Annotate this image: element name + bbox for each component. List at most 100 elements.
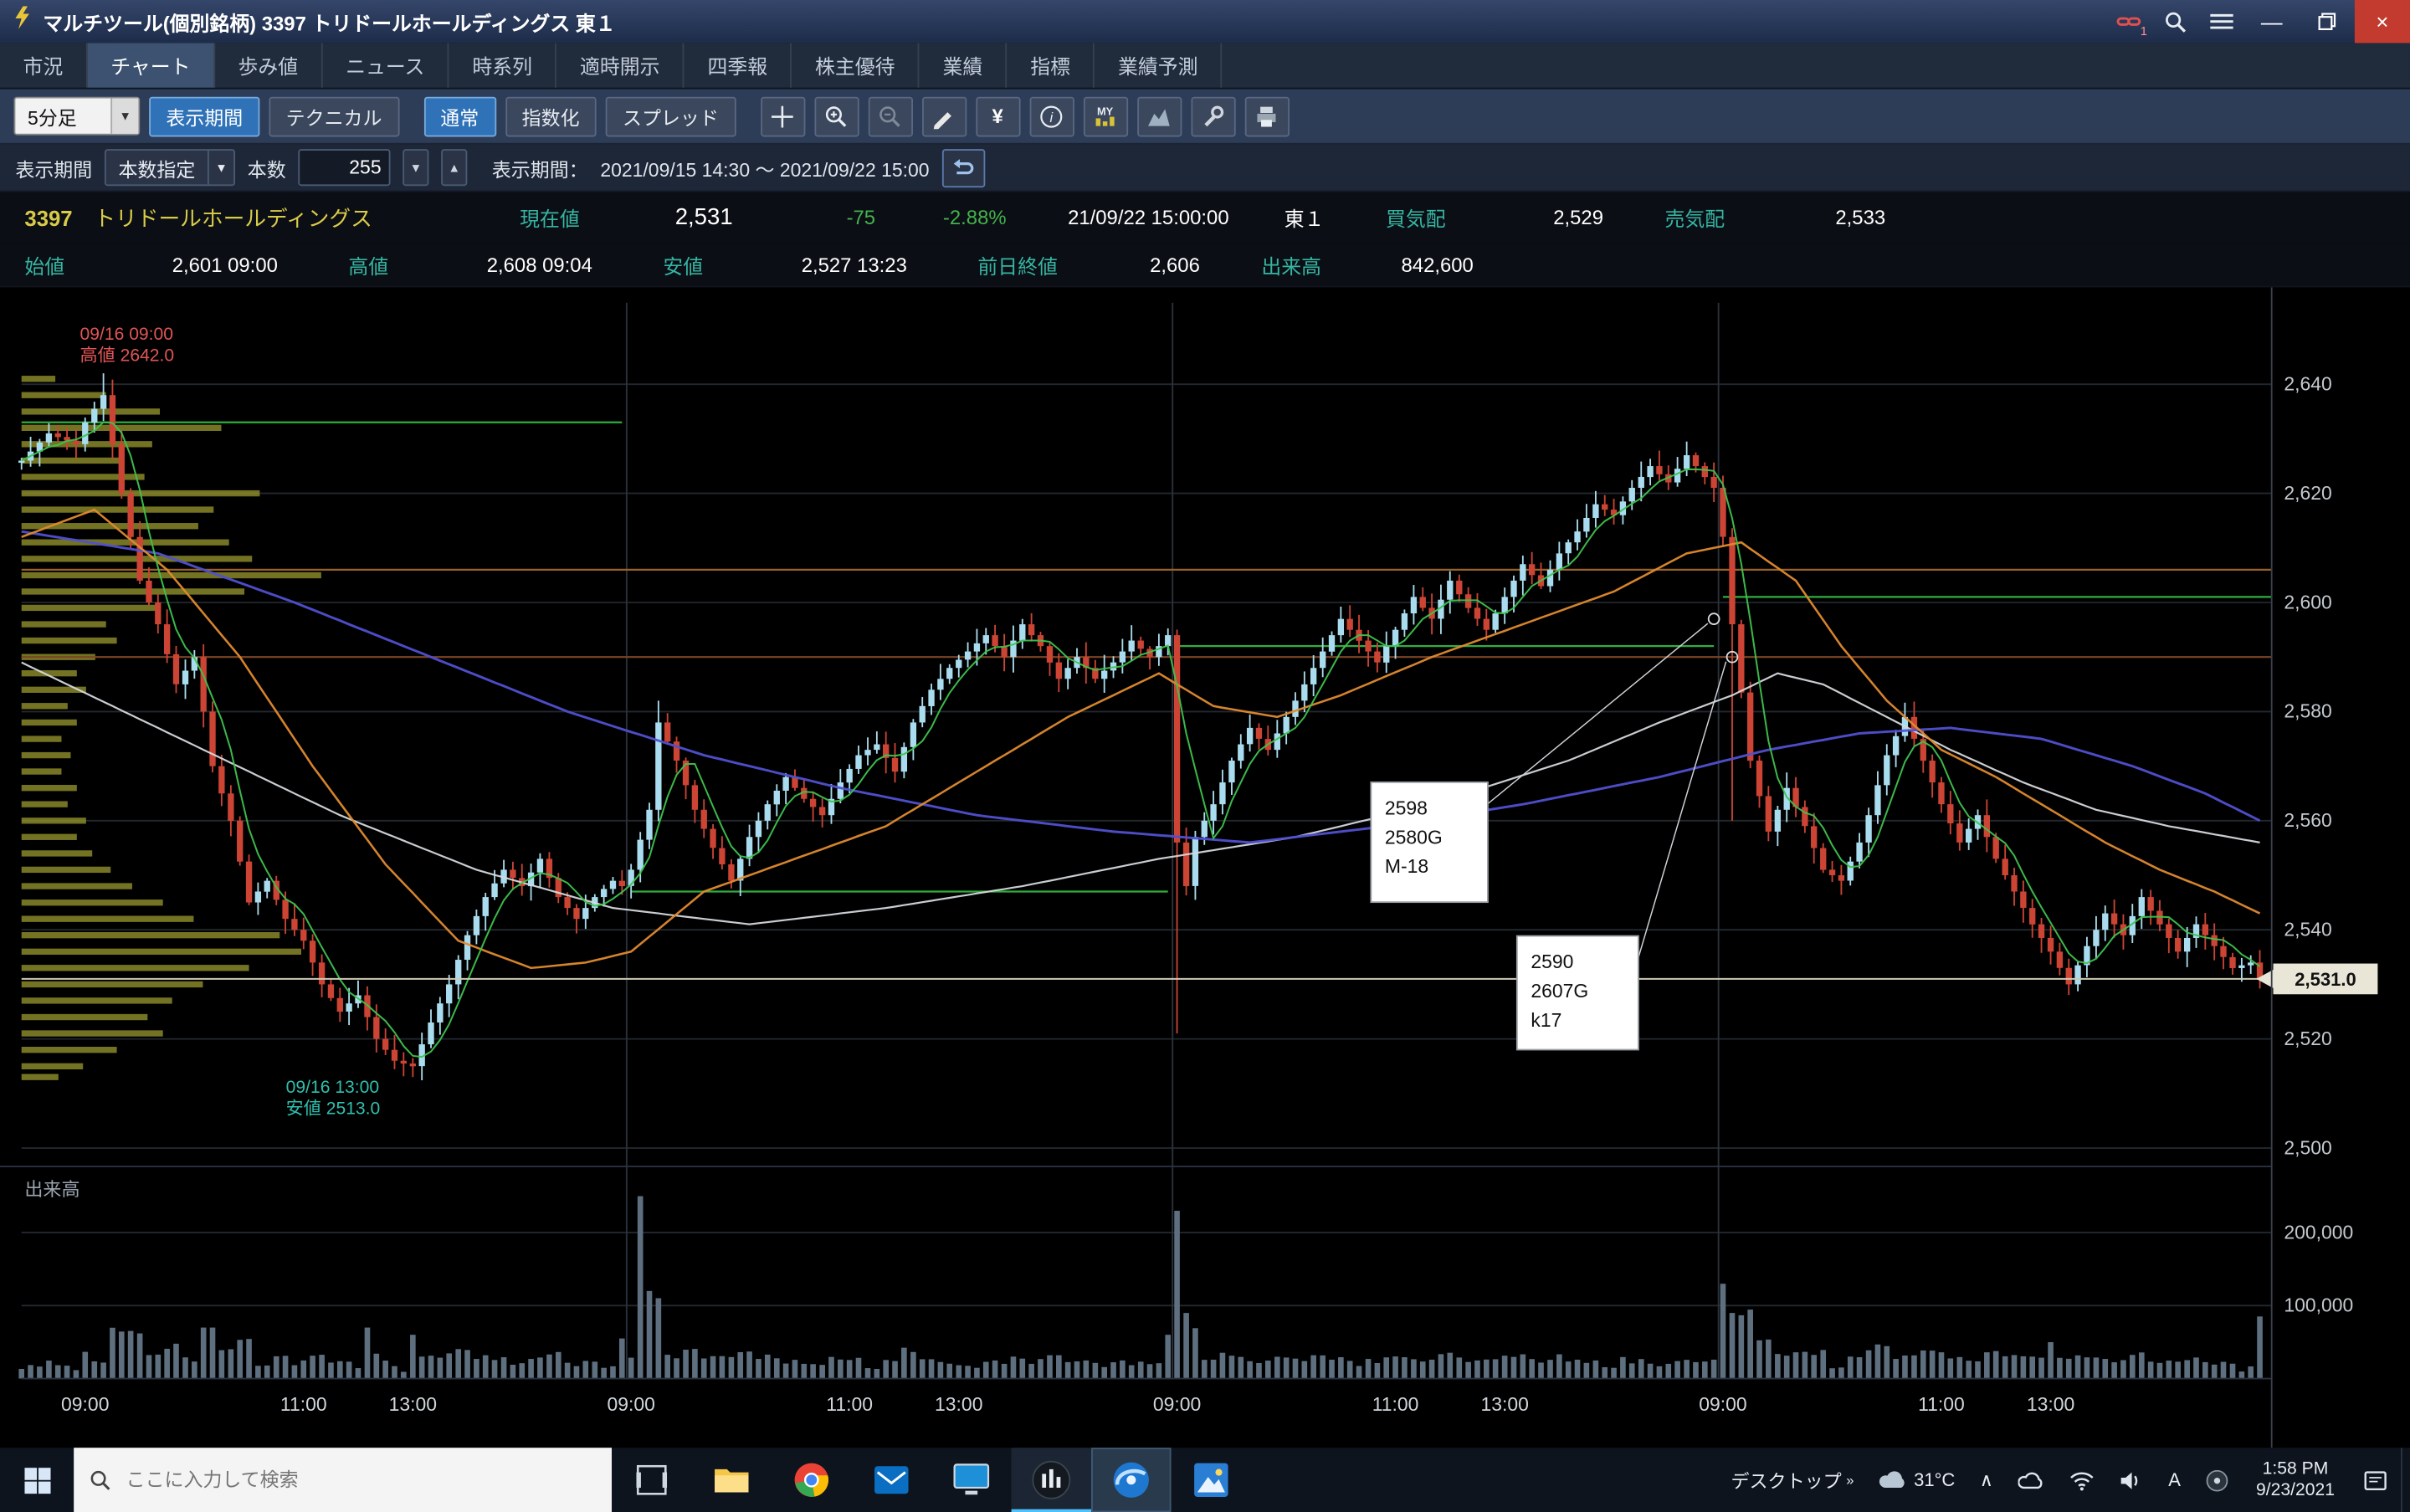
tray-overflow-caret[interactable]: ∧ [1967, 1448, 2006, 1512]
svg-text:2598: 2598 [1385, 797, 1428, 818]
reload-button[interactable] [941, 148, 984, 187]
tab-tick[interactable]: 歩み値 [215, 43, 323, 87]
zoom-in-button[interactable] [814, 96, 859, 136]
mode-spread-button[interactable]: スプレッド [606, 96, 736, 136]
svg-text:2580G: 2580G [1385, 826, 1443, 848]
ime-language-indicator[interactable]: A [2156, 1448, 2193, 1512]
svg-text:09/16 09:00: 09/16 09:00 [80, 325, 174, 344]
tab-results[interactable]: 業績 [920, 43, 1008, 87]
candlestick-chart[interactable]: 2,6402,6202,6002,5802,5602,5402,5202,500… [0, 287, 2410, 1448]
tab-shikiho[interactable]: 四季報 [685, 43, 792, 87]
settings-wrench-button[interactable] [1191, 96, 1235, 136]
print-button[interactable] [1244, 96, 1289, 136]
chart-toolbar: 5分足 ▼ 表示期間 テクニカル 通常 指数化 スプレッド ¥ i MY [0, 90, 2410, 145]
taskbar-clock[interactable]: 1:58 PM 9/23/2021 [2241, 1448, 2351, 1512]
mode-index-button[interactable]: 指数化 [505, 96, 596, 136]
period-mode-select[interactable]: 本数指定 ▼ [105, 149, 235, 186]
price-label: 現在値 [520, 202, 580, 232]
svg-text:11:00: 11:00 [280, 1393, 327, 1415]
taskbar-search[interactable] [74, 1448, 612, 1512]
file-explorer-icon[interactable] [692, 1448, 772, 1512]
svg-text:2,560: 2,560 [2284, 809, 2331, 831]
price-change: -75 [847, 206, 876, 229]
link-icon[interactable]: 1 [2105, 0, 2151, 43]
window-title: マルチツール(個別銘柄) 3397 トリドールホールディングス 東１ [43, 7, 615, 36]
count-label: 本数 [248, 153, 286, 182]
svg-text:13:00: 13:00 [935, 1393, 982, 1415]
onedrive-cloud-icon[interactable] [2006, 1448, 2057, 1512]
svg-text:2,580: 2,580 [2284, 700, 2331, 722]
clock-time: 1:58 PM [2263, 1458, 2329, 1480]
mode-normal-button[interactable]: 通常 [423, 96, 495, 136]
exchange: 東１ [1284, 202, 1325, 232]
technical-button[interactable]: テクニカル [269, 96, 398, 136]
close-button[interactable]: × [2355, 0, 2410, 43]
tab-indicators[interactable]: 指標 [1008, 43, 1095, 87]
low-value: 2,527 13:23 [802, 253, 907, 276]
chart-app-icon[interactable] [1012, 1448, 1092, 1512]
price-chart[interactable]: 2,6402,6202,6002,5802,5602,5402,5202,500… [0, 287, 2410, 1448]
photos-icon[interactable] [1172, 1448, 1252, 1512]
svg-text:11:00: 11:00 [1918, 1393, 1965, 1415]
tab-forecast[interactable]: 業績予測 [1095, 43, 1222, 87]
svg-text:MY: MY [1097, 105, 1114, 117]
period-label: 表示期間 [15, 153, 92, 182]
area-chart-button[interactable] [1136, 96, 1181, 136]
zoom-out-button[interactable] [868, 96, 912, 136]
svg-text:出来高: 出来高 [24, 1179, 79, 1200]
minimize-button[interactable]: — [2244, 0, 2300, 43]
svg-text:高値 2642.0: 高値 2642.0 [80, 346, 175, 366]
stock-code: 3397 [24, 205, 72, 229]
count-down-button[interactable]: ▼ [403, 149, 428, 186]
interval-select[interactable]: 5分足 ▼ [14, 97, 141, 136]
prev-close-value: 2,606 [1150, 253, 1200, 276]
svg-text:M-18: M-18 [1385, 855, 1428, 877]
crosshair-button[interactable] [760, 96, 804, 136]
chevrons-icon: » [1846, 1473, 1854, 1488]
cloud-icon [1879, 1469, 1906, 1491]
mail-icon[interactable] [852, 1448, 932, 1512]
volume-label: 出来高 [1261, 249, 1321, 279]
search-input[interactable] [123, 1468, 544, 1492]
svg-text:2,620: 2,620 [2284, 482, 2331, 504]
chevron-down-icon: ▼ [208, 151, 233, 184]
ask-value: 2,533 [1835, 206, 1885, 229]
tab-timeseries[interactable]: 時系列 [449, 43, 557, 87]
show-desktop-button[interactable] [2401, 1448, 2410, 1512]
chrome-icon[interactable] [772, 1448, 852, 1512]
task-view-button[interactable] [612, 1448, 692, 1512]
tab-market[interactable]: 市況 [0, 43, 88, 87]
info-button[interactable]: i [1029, 96, 1074, 136]
tab-chart[interactable]: チャート [88, 43, 215, 87]
search-icon[interactable] [2151, 0, 2197, 43]
desktop-switcher[interactable]: デスクトップ » [1719, 1448, 1866, 1512]
speaker-icon[interactable] [2107, 1448, 2156, 1512]
weather-widget[interactable]: 31°C [1866, 1448, 1967, 1512]
start-button[interactable] [0, 1448, 74, 1512]
current-price: 2,531 [675, 204, 733, 230]
bar-count-input[interactable] [298, 149, 390, 186]
wifi-icon[interactable] [2056, 1448, 2107, 1512]
notification-center-icon[interactable] [2350, 1448, 2401, 1512]
svg-text:安値 2513.0: 安値 2513.0 [286, 1099, 381, 1119]
remote-desktop-icon[interactable] [931, 1448, 1012, 1512]
ime-mode-icon[interactable] [2193, 1448, 2241, 1512]
svg-text:200,000: 200,000 [2284, 1221, 2353, 1243]
count-up-button[interactable]: ▲ [441, 149, 467, 186]
my-chart-button[interactable]: MY [1083, 96, 1127, 136]
display-period-button[interactable]: 表示期間 [149, 96, 259, 136]
tab-shareholder-benefit[interactable]: 株主優待 [792, 43, 919, 87]
draw-pencil-button[interactable] [921, 96, 966, 136]
windows-taskbar: デスクトップ » 31°C ∧ A 1:58 PM 9 [0, 1448, 2410, 1512]
maximize-button[interactable] [2300, 0, 2355, 43]
yen-button[interactable]: ¥ [976, 96, 1020, 136]
volume-value: 842,600 [1402, 253, 1474, 276]
clock-date: 9/23/2021 [2256, 1480, 2335, 1502]
svg-text:09:00: 09:00 [61, 1393, 109, 1415]
tab-news[interactable]: ニュース [323, 43, 449, 87]
tab-disclosure[interactable]: 適時開示 [556, 43, 684, 87]
media-player-icon[interactable] [1091, 1448, 1172, 1512]
menu-icon[interactable] [2198, 0, 2244, 43]
svg-text:13:00: 13:00 [1480, 1393, 1528, 1415]
system-tray: デスクトップ » 31°C ∧ A 1:58 PM 9 [1719, 1448, 2410, 1512]
